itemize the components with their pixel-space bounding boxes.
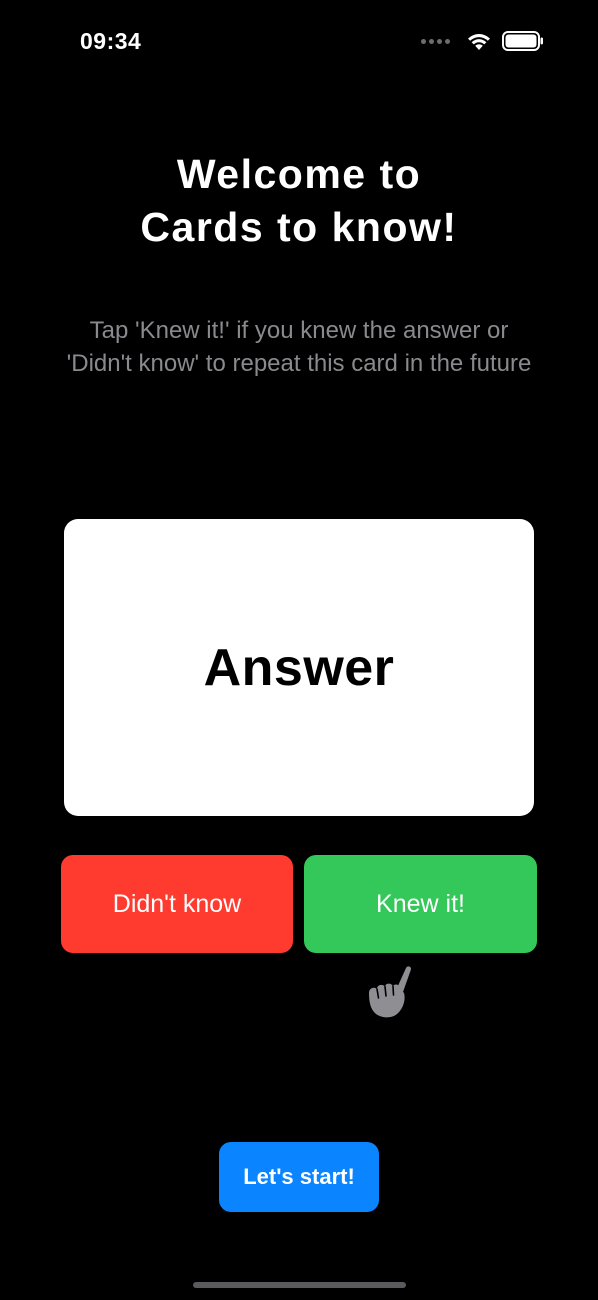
knew-it-button[interactable]: Knew it!: [304, 855, 537, 953]
cellular-dots-icon: [421, 38, 450, 44]
onboarding-screen: 09:34 Welcome to Cards to know! Tap 'Kne…: [0, 0, 598, 1300]
home-indicator[interactable]: [193, 1282, 406, 1288]
didnt-know-button[interactable]: Didn't know: [61, 855, 293, 953]
page-title: Welcome to Cards to know!: [0, 148, 598, 254]
card-answer-text: Answer: [203, 638, 395, 697]
instructions-text: Tap 'Knew it!' if you knew the answer or…: [0, 314, 598, 380]
pointing-hand-icon: [360, 962, 420, 1022]
lets-start-button[interactable]: Let's start!: [219, 1142, 379, 1212]
status-time: 09:34: [80, 28, 142, 54]
title-line-2: Cards to know!: [140, 204, 458, 250]
status-icons: [421, 31, 544, 51]
wifi-icon: [466, 31, 492, 51]
flash-card[interactable]: Answer: [64, 519, 534, 816]
instructions-line-1: Tap 'Knew it!' if you knew the answer or: [89, 317, 509, 344]
battery-icon: [502, 31, 544, 51]
instructions-line-2: 'Didn't know' to repeat this card in the…: [66, 350, 532, 377]
title-line-1: Welcome to: [176, 151, 422, 197]
